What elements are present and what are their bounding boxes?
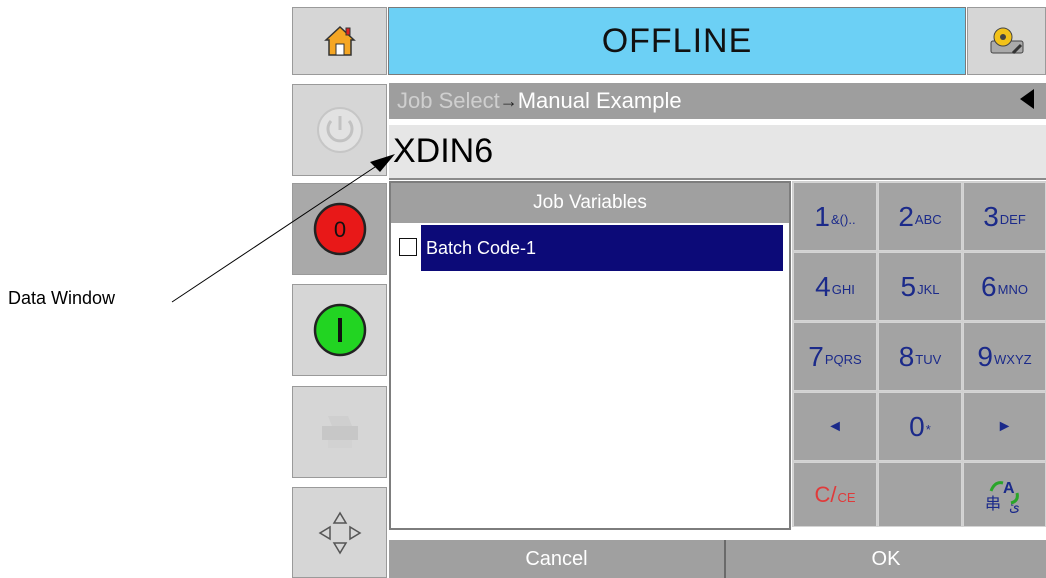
annotation-pointer <box>171 154 395 303</box>
